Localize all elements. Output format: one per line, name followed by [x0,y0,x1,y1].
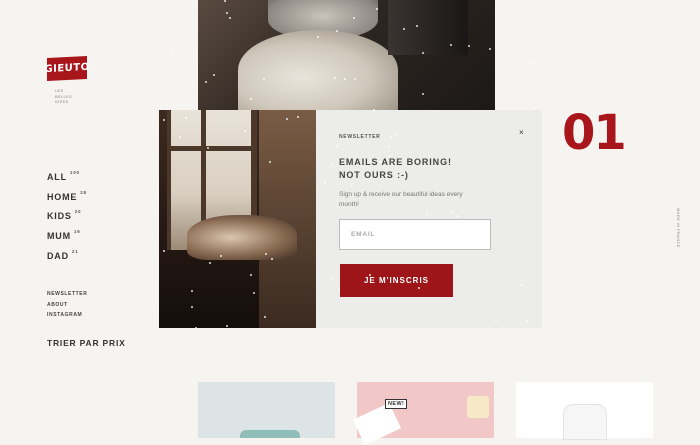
hero-product-photo[interactable] [198,0,495,110]
snowflake [343,77,346,80]
nav-link-newsletter[interactable]: NEWSLETTER [47,291,87,302]
newsletter-modal: NEWSLETTER × EMAILS ARE BORING! NOT OURS… [159,110,542,328]
knit-pillow [238,30,398,110]
modal-body: NEWSLETTER × EMAILS ARE BORING! NOT OURS… [316,110,542,328]
product-card[interactable]: NEW! [352,382,494,445]
snowflake [228,16,231,19]
nav-label: DAD [47,250,69,261]
snowflake [207,146,210,149]
snowflake [395,132,398,135]
snowflake [488,48,491,51]
snowflake [213,73,216,76]
modal-label: NEWSLETTER [339,134,381,140]
snowflake [352,17,355,20]
product-image [240,430,300,438]
sort-by-price-link[interactable]: TRIER PAR PRIX [47,338,126,348]
snowflake [243,129,246,132]
snowflake [323,181,326,184]
snowflake [270,257,273,260]
snowflake [264,315,267,318]
snowflake [332,167,335,170]
nav-label: ALL [47,172,67,182]
brand-logo[interactable]: GIEUTO [44,55,90,82]
snowflake [449,43,452,46]
nav-count: 16 [73,229,81,235]
snowflake [194,326,197,329]
snowflake [532,107,535,110]
snowflake [331,276,334,279]
brand-tagline: LES BELLES IDEES [55,88,72,105]
window-frame [167,146,257,151]
nav-item-mum[interactable]: MUM 16 [47,229,87,251]
snowflake [422,92,425,95]
email-input[interactable] [339,219,491,250]
new-badge: NEW! [385,399,408,409]
modal-photo [159,110,316,328]
secondary-nav: NEWSLETTER ABOUT INSTAGRAM [47,291,87,323]
nav-link-about[interactable]: ABOUT [47,302,87,313]
snowflake [191,6,194,9]
subscribe-button[interactable]: JE M'INSCRIS [340,264,453,297]
nav-count: 28 [80,189,87,195]
nav-label: KIDS [47,211,72,222]
snowflake [297,115,300,118]
nav-count: 21 [71,248,79,254]
snowflake [389,135,392,138]
nav-item-dad[interactable]: DAD 21 [47,248,87,271]
sleeve [388,0,468,55]
nav-label: MUM [47,231,71,242]
snowflake [335,29,338,32]
product-image [352,402,402,445]
nav-count: 100 [69,170,80,175]
snowflake [337,287,340,290]
snowflake [330,163,333,166]
snowflake [335,144,338,147]
product-card[interactable] [198,382,335,438]
snowflake [253,291,256,294]
snowflake [378,160,381,163]
snowflake [191,305,194,308]
snowflake [333,76,336,79]
snowflake [249,274,252,277]
nav-count: 20 [74,209,82,215]
tagline-line: IDEES [55,99,69,104]
snowflake [509,87,512,90]
snowflake [494,319,497,322]
close-icon[interactable]: × [519,128,524,137]
nav-link-instagram[interactable]: INSTAGRAM [47,312,87,323]
snowflake [190,290,193,293]
nav-label: HOME [47,191,78,202]
product-image [563,404,607,440]
snowflake [532,62,535,65]
category-nav: ALL 100 HOME 28 KIDS 20 MUM 16 DAD 21 [47,170,87,271]
nav-item-kids[interactable]: KIDS 20 [47,209,87,231]
snowflake [208,261,211,264]
snowflake [389,154,392,157]
snowflake [205,80,208,83]
product-image [467,396,489,418]
slide-counter: 01 [562,105,627,161]
snowflake [219,255,222,258]
product-card[interactable] [516,382,653,440]
snowflake [417,286,420,289]
vertical-caption: MADE IN FRANCE [676,208,681,248]
snowflake [249,97,252,100]
modal-headline: EMAILS ARE BORING! NOT OURS :-) [339,157,452,180]
snowflake [162,118,165,121]
reading-person [187,215,297,260]
snowflake [169,50,172,53]
snowflake [178,136,181,139]
modal-description: Sign up & receive our beautiful ideas ev… [339,191,463,208]
